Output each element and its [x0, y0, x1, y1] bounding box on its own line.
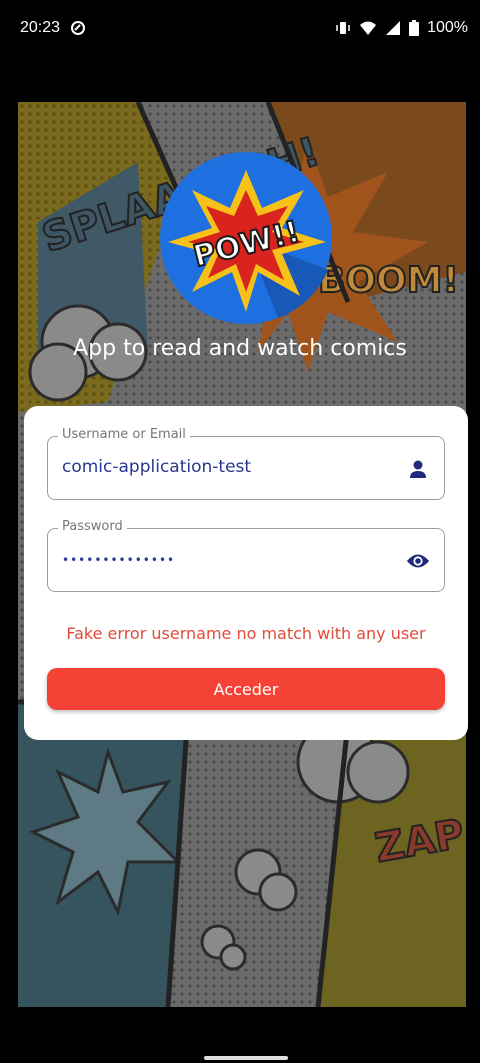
battery-percent: 100%	[427, 19, 468, 36]
signal-icon	[385, 20, 401, 36]
error-message: Fake error username no match with any us…	[66, 624, 426, 643]
wifi-icon	[359, 20, 377, 36]
password-input[interactable]: ••••••••••••••	[62, 553, 175, 567]
password-label: Password	[58, 519, 127, 534]
battery-icon	[409, 20, 420, 36]
home-indicator[interactable]	[204, 1056, 288, 1060]
username-input[interactable]: comic-application-test	[62, 457, 251, 477]
sync-icon	[70, 20, 86, 36]
visibility-icon[interactable]	[406, 549, 430, 573]
username-label: Username or Email	[58, 427, 190, 442]
password-field[interactable]: Password ••••••••••••••	[47, 519, 445, 592]
vibrate-icon	[335, 20, 351, 36]
status-time: 20:23	[20, 19, 61, 36]
submit-button[interactable]: Acceder	[47, 668, 445, 710]
person-icon	[406, 457, 430, 481]
login-card: Username or Email comic-application-test…	[24, 406, 468, 740]
status-bar: 20:23 100%	[0, 0, 480, 56]
app-tagline: App to read and watch comics	[73, 336, 407, 361]
app-logo: POW!!	[158, 150, 334, 326]
username-field[interactable]: Username or Email comic-application-test	[47, 427, 445, 500]
